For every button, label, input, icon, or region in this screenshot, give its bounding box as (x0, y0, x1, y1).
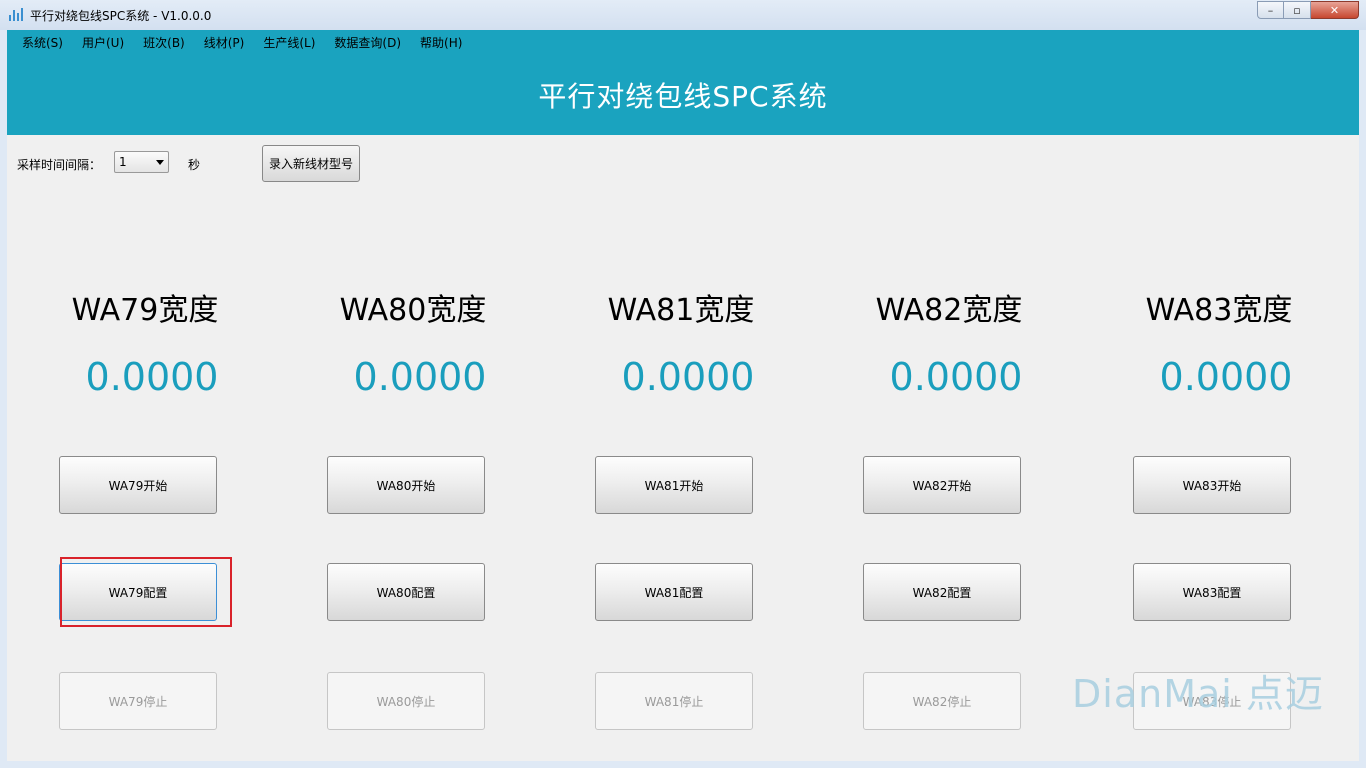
config-button[interactable]: WA83配置 (1133, 563, 1291, 621)
app-icon (9, 8, 23, 21)
watermark: DianMai 点迈 (1072, 672, 1324, 716)
window-title: 平行对绕包线SPC系统 - V1.0.0.0 (30, 9, 212, 23)
line-panel-wa81: WA81宽度 0.0000 WA81开始 WA81配置 WA81停止 (543, 30, 811, 761)
stop-button[interactable]: WA81停止 (595, 672, 753, 730)
maximize-button[interactable]: ▫ (1284, 1, 1311, 19)
stop-button[interactable]: WA79停止 (59, 672, 217, 730)
window-titlebar: 平行对绕包线SPC系统 - V1.0.0.0 – ▫ ✕ (0, 0, 1366, 30)
line-panel-wa79: WA79宽度 0.0000 WA79开始 WA79配置 WA79停止 (7, 30, 275, 761)
line-panel-wa80: WA80宽度 0.0000 WA80开始 WA80配置 WA80停止 (275, 30, 543, 761)
width-value: 0.0000 (85, 355, 219, 399)
highlight-box (60, 557, 232, 627)
stop-button[interactable]: WA82停止 (863, 672, 1021, 730)
start-button[interactable]: WA82开始 (863, 456, 1021, 514)
config-button[interactable]: WA81配置 (595, 563, 753, 621)
line-panel-wa82: WA82宽度 0.0000 WA82开始 WA82配置 WA82停止 (811, 30, 1079, 761)
window-controls: – ▫ ✕ (1257, 1, 1359, 19)
line-title: WA81宽度 (607, 293, 755, 328)
line-title: WA82宽度 (875, 293, 1023, 328)
start-button[interactable]: WA79开始 (59, 456, 217, 514)
line-title: WA80宽度 (339, 293, 487, 328)
width-value: 0.0000 (1159, 355, 1293, 399)
config-button[interactable]: WA82配置 (863, 563, 1021, 621)
start-button[interactable]: WA81开始 (595, 456, 753, 514)
stop-button[interactable]: WA80停止 (327, 672, 485, 730)
width-value: 0.0000 (889, 355, 1023, 399)
minimize-button[interactable]: – (1257, 1, 1284, 19)
close-button[interactable]: ✕ (1311, 1, 1359, 19)
line-title: WA79宽度 (71, 293, 219, 328)
config-button[interactable]: WA80配置 (327, 563, 485, 621)
width-value: 0.0000 (353, 355, 487, 399)
line-title: WA83宽度 (1145, 293, 1293, 328)
width-value: 0.0000 (621, 355, 755, 399)
main-window: 系统(S) 用户(U) 班次(B) 线材(P) 生产线(L) 数据查询(D) 帮… (7, 30, 1359, 761)
start-button[interactable]: WA80开始 (327, 456, 485, 514)
start-button[interactable]: WA83开始 (1133, 456, 1291, 514)
line-panel-wa83: WA83宽度 0.0000 WA83开始 WA83配置 WA83停止 (1081, 30, 1349, 761)
